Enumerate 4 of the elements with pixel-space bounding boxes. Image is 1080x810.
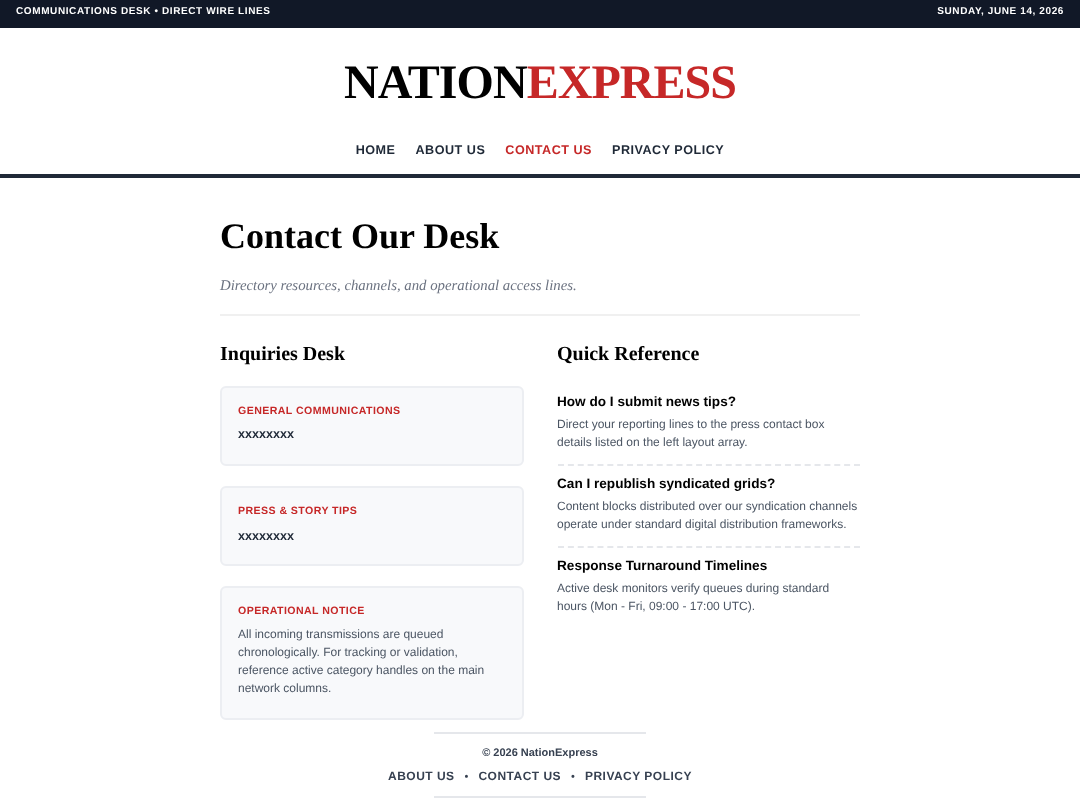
section-heading: Inquiries Desk [220, 345, 348, 366]
logo[interactable]: NATIONEXPRESS [343, 60, 737, 108]
page-title: Contact Our Desk [220, 218, 502, 255]
section-heading: Quick Reference [557, 345, 702, 366]
